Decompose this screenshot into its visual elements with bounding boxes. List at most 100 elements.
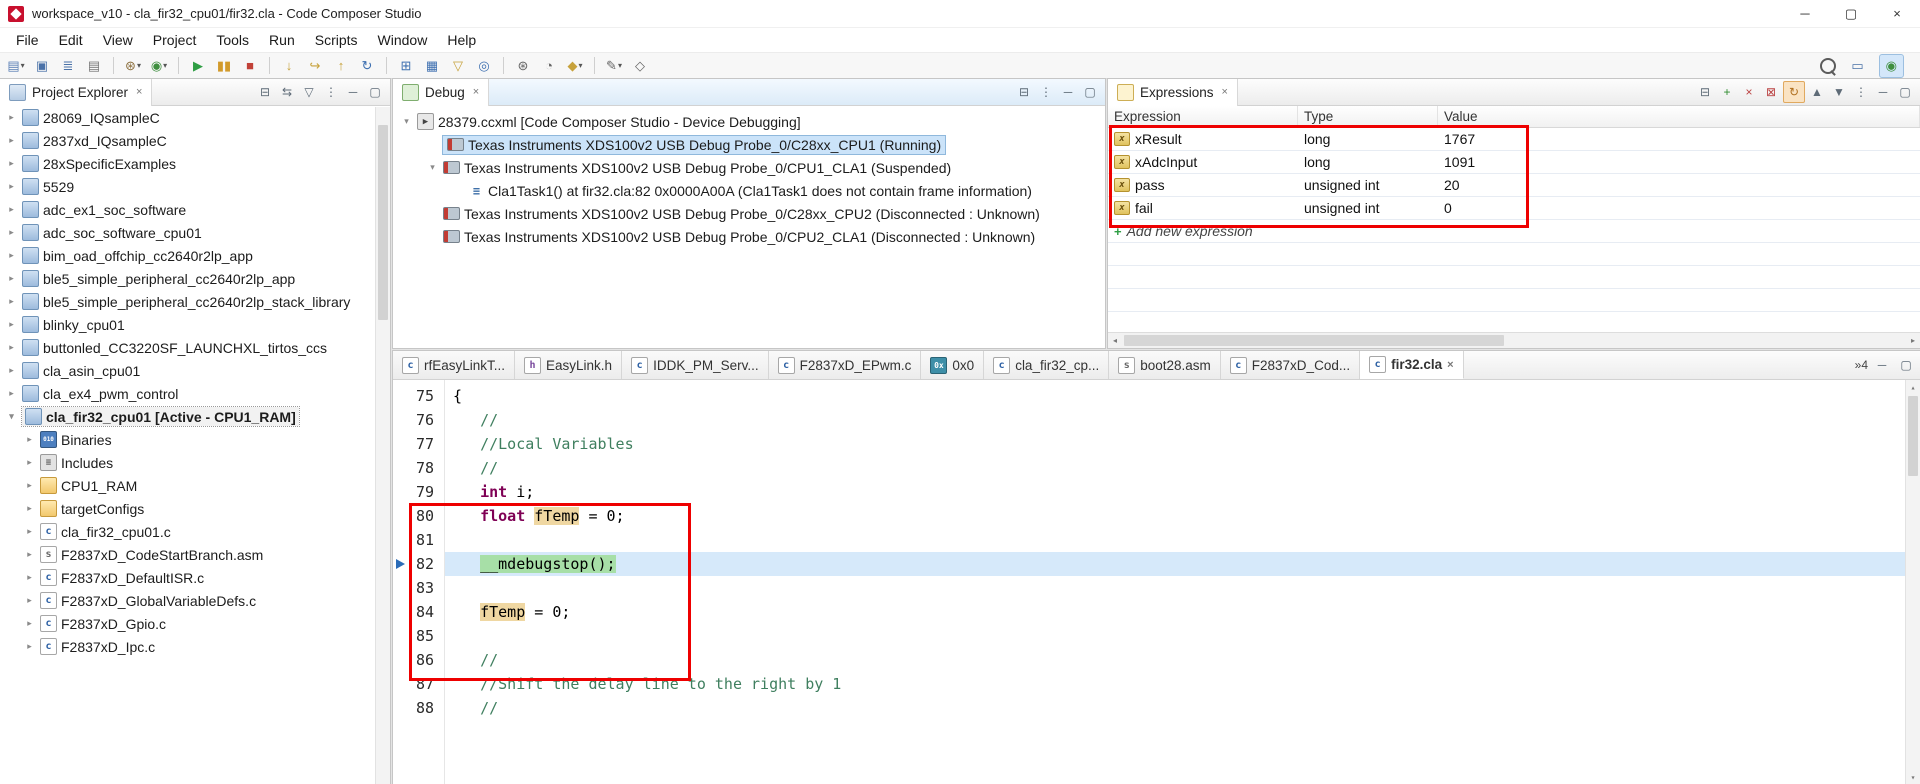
project-tree-item[interactable]: ▸ 28xSpecificExamples (0, 152, 390, 175)
close-icon[interactable]: × (473, 86, 479, 98)
tree-arrow-icon[interactable]: ▸ (6, 342, 17, 353)
tree-arrow-icon[interactable]: ▸ (24, 572, 35, 583)
debug-launch-icon[interactable]: ◉ ▾ (147, 55, 171, 77)
scroll-up-icon[interactable]: ▴ (1906, 380, 1920, 394)
export-icon[interactable]: ▼ (1829, 82, 1849, 102)
maximize-icon[interactable]: ▢ (1080, 82, 1100, 102)
minimize-icon[interactable]: ─ (1058, 82, 1078, 102)
dropdown-icon[interactable]: ▾ (137, 61, 141, 70)
tree-arrow-icon[interactable]: ▸ (24, 549, 35, 560)
code-line[interactable]: fTemp = 0; (445, 600, 1920, 624)
tree-arrow-icon[interactable]: ▸ (6, 273, 17, 284)
expression-row[interactable]: pass unsigned int 20 (1108, 174, 1920, 197)
code-line[interactable]: __mdebugstop(); (445, 552, 1920, 576)
tree-arrow-icon[interactable]: ▸ (24, 618, 35, 629)
project-explorer-scrollbar[interactable] (375, 107, 390, 784)
refresh-icon[interactable]: ↻ (1783, 81, 1805, 103)
collapse-all-icon[interactable]: ⊟ (255, 82, 275, 102)
project-tree-item[interactable]: ▸ F2837xD_Ipc.c (0, 635, 390, 658)
maximize-icon[interactable]: ▢ (1895, 82, 1915, 102)
expression-row[interactable]: xAdcInput long 1091 (1108, 151, 1920, 174)
tree-arrow-icon[interactable]: ▸ (6, 181, 17, 192)
debug-tree-item[interactable]: ▾ 28379.ccxml [Code Composer Studio - Dev… (393, 110, 1105, 133)
tree-arrow-icon[interactable]: ▸ (24, 457, 35, 468)
tree-arrow-icon[interactable]: ▸ (6, 319, 17, 330)
tab-expressions[interactable]: Expressions × (1108, 79, 1238, 106)
project-tree-item[interactable]: ▸ F2837xD_DefaultISR.c (0, 566, 390, 589)
scroll-right-icon[interactable]: ▸ (1906, 333, 1920, 347)
registers-icon[interactable]: ⊞ (394, 55, 418, 77)
project-tree-item[interactable]: ▸ F2837xD_Gpio.c (0, 612, 390, 635)
expressions-h-scrollbar[interactable]: ◂ ▸ (1108, 332, 1920, 348)
view-menu-icon[interactable]: ⋮ (1851, 82, 1871, 102)
tree-arrow-icon[interactable]: ▸ (24, 434, 35, 445)
menu-run[interactable]: Run (259, 29, 305, 51)
filter-icon[interactable]: ▽ (299, 82, 319, 102)
project-tree-item[interactable]: ▸ 28069_IQsampleC (0, 106, 390, 129)
minimize-icon[interactable]: ─ (343, 82, 363, 102)
tree-arrow-icon[interactable]: ▸ (6, 204, 17, 215)
project-tree-item[interactable]: ▾ cla_fir32_cpu01 [Active - CPU1_RAM] (0, 405, 390, 428)
column-header-type[interactable]: Type (1298, 106, 1438, 127)
expression-row[interactable]: xResult long 1767 (1108, 128, 1920, 151)
code-line[interactable]: float fTemp = 0; (445, 504, 1920, 528)
collapse-all-icon[interactable]: ⊟ (1014, 82, 1034, 102)
editor-tab-f2837xd-cod-[interactable]: F2837xD_Cod... (1220, 351, 1361, 379)
debug-tree-item[interactable]: ▾ Texas Instruments XDS100v2 USB Debug Pr… (393, 156, 1105, 179)
import-icon[interactable]: ▲ (1807, 82, 1827, 102)
tree-arrow-icon[interactable]: ▸ (24, 503, 35, 514)
editor-tab-cla-fir32-cp-[interactable]: cla_fir32_cp... (984, 351, 1110, 379)
tab-overflow-indicator[interactable]: »4 (1855, 358, 1868, 372)
code-line[interactable]: // (445, 456, 1920, 480)
close-icon[interactable]: × (1222, 86, 1228, 98)
project-tree-item[interactable]: ▸ 2837xd_IQsampleC (0, 129, 390, 152)
minimize-button[interactable]: ─ (1782, 0, 1828, 28)
terminate-icon[interactable]: ■ (238, 55, 262, 77)
project-tree-item[interactable]: ▸ cla_ex4_pwm_control (0, 382, 390, 405)
view-menu-icon[interactable]: ⋮ (321, 82, 341, 102)
code-line[interactable]: //Local Variables (445, 432, 1920, 456)
debug-perspective-icon[interactable]: ◉ (1878, 53, 1904, 78)
collapse-all-icon[interactable]: ⊟ (1695, 82, 1715, 102)
code-line[interactable]: // (445, 696, 1920, 720)
project-tree-item[interactable]: ▸ Includes (0, 451, 390, 474)
expression-row[interactable]: fail unsigned int 0 (1108, 197, 1920, 220)
tree-arrow-icon[interactable]: ▸ (6, 227, 17, 238)
tab-debug[interactable]: Debug × (393, 79, 490, 106)
tree-arrow-icon[interactable]: ▸ (6, 388, 17, 399)
link-editor-icon[interactable]: ⇆ (277, 82, 297, 102)
add-expression-row[interactable]: + Add new expression (1108, 220, 1920, 243)
build-icon[interactable]: ⊛ ▾ (121, 55, 145, 77)
menu-window[interactable]: Window (368, 29, 438, 51)
code-line[interactable]: // (445, 648, 1920, 672)
tree-arrow-icon[interactable]: ▸ (24, 641, 35, 652)
tree-arrow-icon[interactable]: ▾ (6, 411, 17, 422)
project-tree-item[interactable]: ▸ cla_asin_cpu01 (0, 359, 390, 382)
dropdown-icon[interactable]: ▾ (618, 61, 622, 70)
suspend-icon[interactable]: ▮▮ (212, 55, 236, 77)
debug-tree-item[interactable]: Texas Instruments XDS100v2 USB Debug Pro… (393, 225, 1105, 248)
project-tree-item[interactable]: ▸ ble5_simple_peripheral_cc2640r2lp_stack… (0, 290, 390, 313)
debug-tree-item[interactable]: Cla1Task1() at fir32.cla:82 0x0000A00A (… (393, 179, 1105, 202)
save-icon[interactable]: ▣ (30, 55, 54, 77)
tree-arrow-icon[interactable]: ▸ (24, 526, 35, 537)
project-tree-item[interactable]: ▸ CPU1_RAM (0, 474, 390, 497)
remove-expression-icon[interactable]: × (1739, 82, 1759, 102)
project-tree-item[interactable]: ▸ adc_ex1_soc_software (0, 198, 390, 221)
minimize-icon[interactable]: ─ (1873, 82, 1893, 102)
scroll-down-icon[interactable]: ▾ (1906, 770, 1920, 784)
menu-view[interactable]: View (93, 29, 143, 51)
print-icon[interactable]: ▤ (82, 55, 106, 77)
save-all-icon[interactable]: ≣ (56, 55, 80, 77)
editor-tab-0x0[interactable]: 0x 0 (921, 351, 985, 379)
maximize-button[interactable]: ▢ (1828, 0, 1874, 28)
menu-help[interactable]: Help (437, 29, 486, 51)
step-into-icon[interactable]: ↓ (277, 55, 301, 77)
tree-arrow-icon[interactable]: ▸ (24, 480, 35, 491)
code-line[interactable] (445, 624, 1920, 648)
project-tree-item[interactable]: ▸ ble5_simple_peripheral_cc2640r2lp_app (0, 267, 390, 290)
step-return-icon[interactable]: ↑ (329, 55, 353, 77)
dropdown-icon[interactable]: ▾ (163, 61, 167, 70)
dropdown-icon[interactable]: ▾ (578, 61, 582, 70)
editor-tab-f2837xd-epwm-c[interactable]: F2837xD_EPwm.c (768, 351, 922, 379)
